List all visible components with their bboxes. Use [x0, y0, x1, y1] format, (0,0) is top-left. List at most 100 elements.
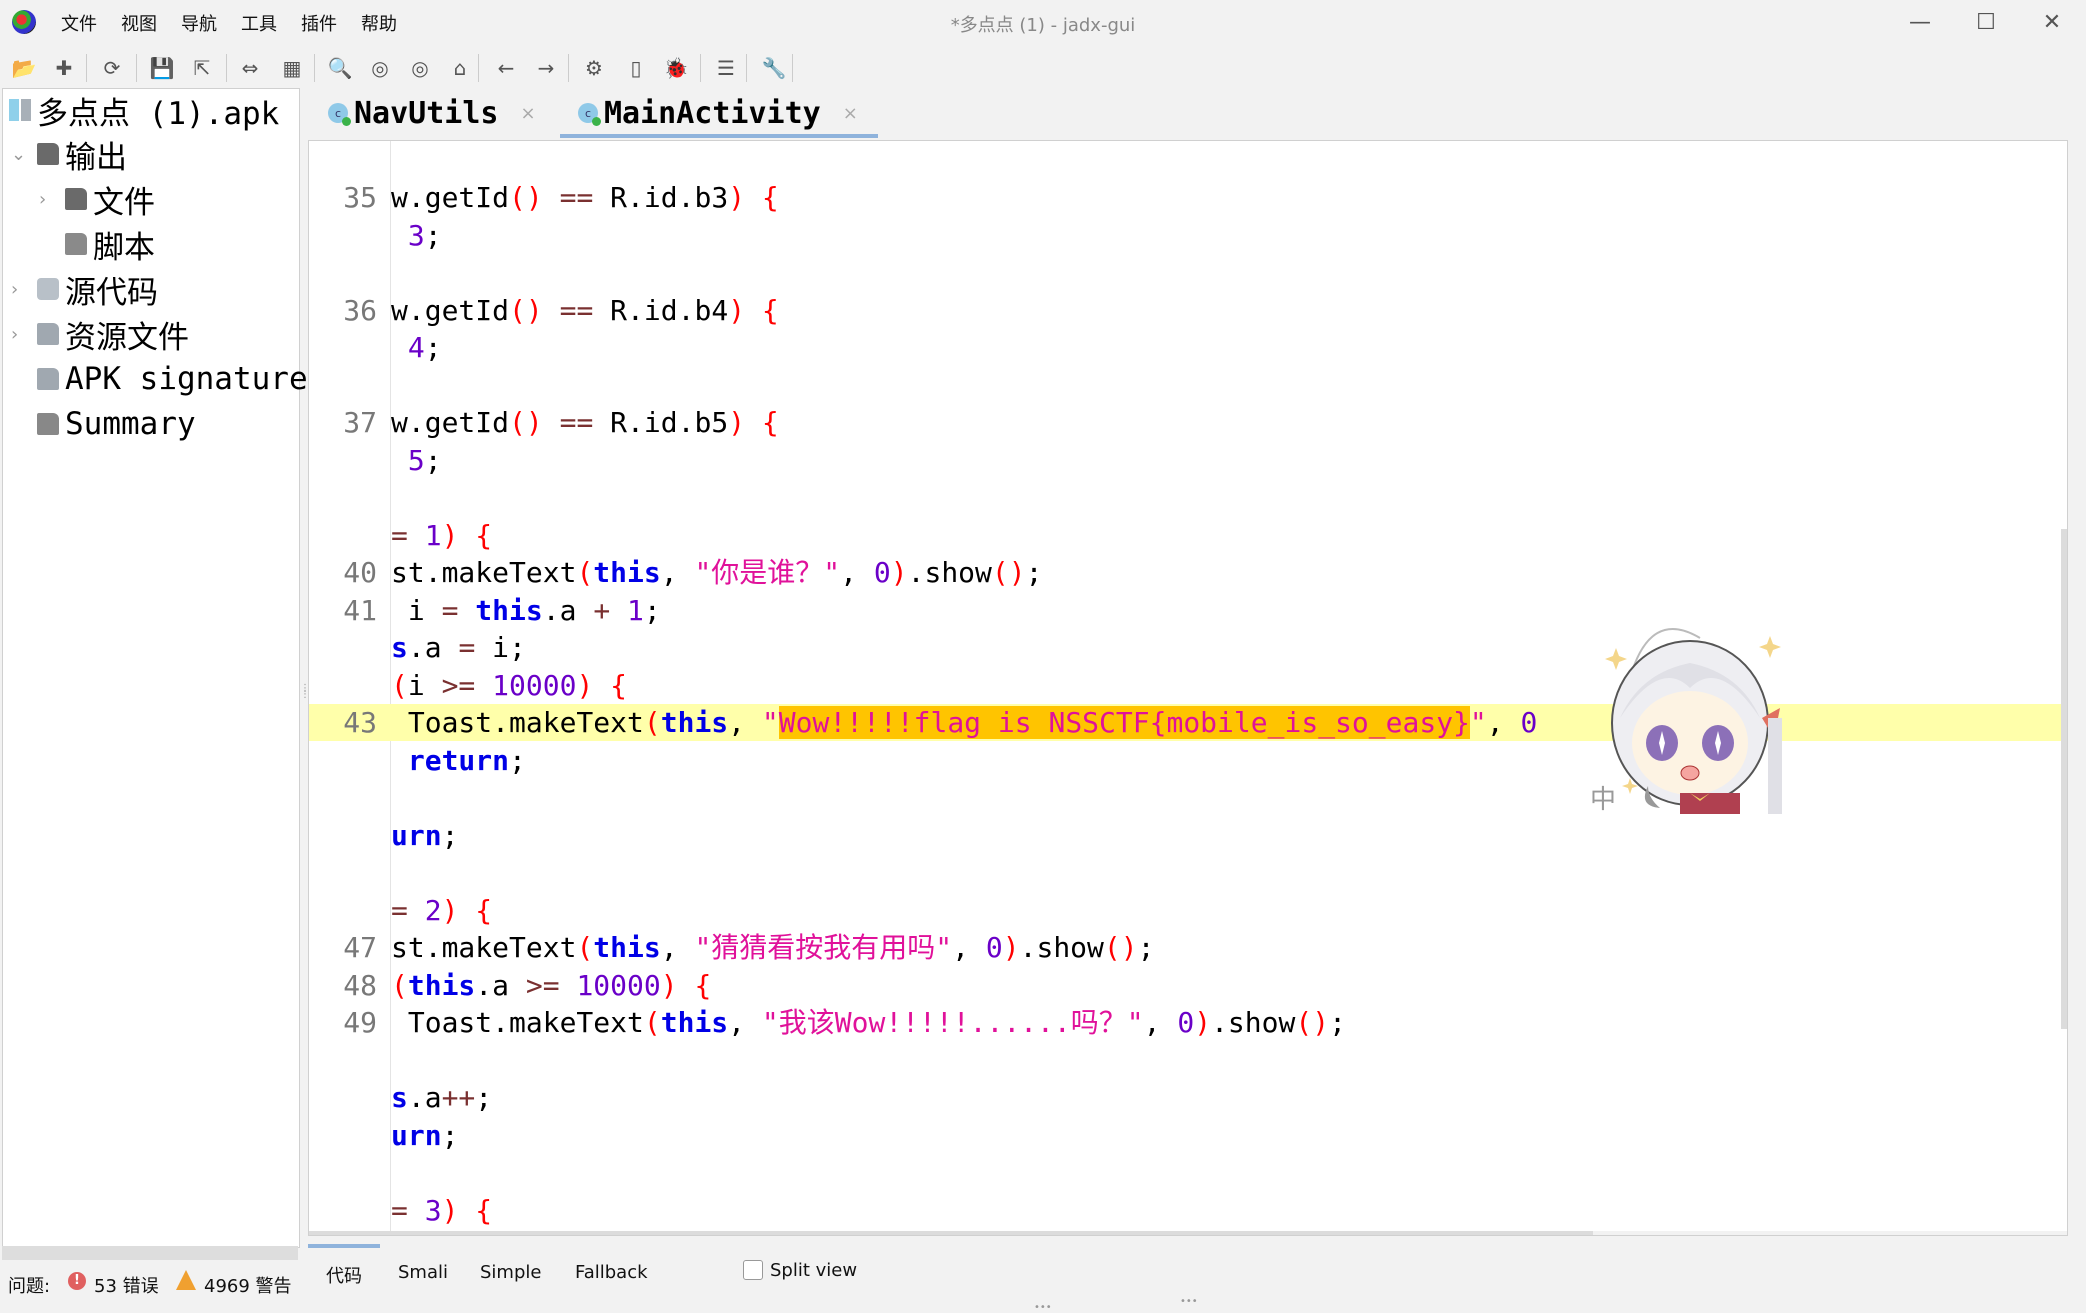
- code-text[interactable]: w.getId() == R.id.b5) {: [391, 404, 779, 441]
- code-text[interactable]: w.getId() == R.id.b4) {: [391, 292, 779, 329]
- code-text[interactable]: st.makeText(this, "你是谁？", 0).show();: [391, 554, 1042, 591]
- split-view-checkbox[interactable]: [743, 1260, 763, 1280]
- tree-item-label: APK signature: [65, 361, 308, 397]
- tree-item-4[interactable]: › 源代码: [11, 268, 158, 311]
- code-text[interactable]: return;: [391, 742, 526, 779]
- log-viewer-button[interactable]: ☰: [712, 54, 740, 82]
- home-button[interactable]: ⌂: [446, 54, 474, 82]
- code-token: "我该Wow!!!!!......吗？": [761, 1006, 1144, 1039]
- forward-button[interactable]: →: [532, 54, 560, 82]
- code-token: {: [761, 293, 779, 327]
- panel-resize-grip[interactable]: •••: [1034, 1302, 1052, 1313]
- code-line: 36 w.getId() == R.id.b4) {: [309, 292, 2067, 329]
- code-text[interactable]: Toast.makeText(this, "Wow!!!!!flag is NS…: [391, 704, 1537, 741]
- tree-item-5[interactable]: › 资源文件: [11, 313, 189, 356]
- sync-tree-button[interactable]: ⇔: [236, 54, 264, 82]
- code-token: urn: [391, 1118, 442, 1152]
- tree-item-1[interactable]: ⌄ 输出: [11, 133, 127, 176]
- code-token: st.makeText: [391, 931, 577, 964]
- tab-close-icon[interactable]: ×: [521, 103, 536, 124]
- deobfuscation-button[interactable]: ⚙: [580, 54, 608, 82]
- code-text[interactable]: s.a++;: [391, 1079, 492, 1116]
- code-text[interactable]: = 3) {: [391, 1192, 492, 1229]
- tree-item-6[interactable]: APK signature: [37, 358, 308, 400]
- code-text[interactable]: urn;: [391, 817, 458, 854]
- flatten-packages-button[interactable]: ▦: [278, 54, 306, 82]
- code-line: 3;: [309, 217, 2067, 254]
- maximize-button[interactable]: ☐: [1964, 6, 2008, 40]
- back-button[interactable]: ←: [492, 54, 520, 82]
- save-button[interactable]: 💾: [148, 54, 176, 82]
- chevron-down-icon[interactable]: ⌄: [11, 144, 26, 165]
- active-tab-indicator: [560, 134, 878, 138]
- minimize-button[interactable]: —: [1898, 6, 1942, 40]
- close-button[interactable]: ✕: [2030, 6, 2074, 40]
- reload-button[interactable]: ⟳: [98, 54, 126, 82]
- code-text[interactable]: i = this.a + 1;: [391, 592, 661, 629]
- preferences-button[interactable]: 🔧: [760, 54, 788, 82]
- tab-simple[interactable]: Simple: [480, 1262, 541, 1283]
- code-token: R.id.b4: [610, 293, 729, 327]
- splitter-handle[interactable]: ⋮ ⋮: [300, 684, 310, 706]
- export-button[interactable]: ⇱: [188, 54, 216, 82]
- code-editor[interactable]: 35 w.getId() == R.id.b3) { 3; 36 w.getId() …: [308, 140, 2068, 1236]
- code-token: ): [728, 181, 746, 214]
- code-line: 48 (this.a >= 10000) {: [309, 967, 2067, 1004]
- device-button[interactable]: ▯: [622, 54, 650, 82]
- tree-item-2[interactable]: › 文件: [39, 178, 155, 221]
- debugger-button[interactable]: 🐞: [662, 54, 690, 82]
- code-token: Toast.makeText: [391, 1006, 644, 1039]
- code-token: w.getId: [391, 293, 510, 327]
- tree-root[interactable]: 多点点 (1).apk: [9, 89, 279, 132]
- toolbar-separator: [792, 54, 793, 82]
- code-token: ;: [643, 593, 661, 627]
- tab-close-icon[interactable]: ×: [843, 103, 858, 124]
- class-icon: c: [578, 103, 601, 126]
- code-token: 2: [424, 893, 442, 927]
- code-text[interactable]: Toast.makeText(this, "我该Wow!!!!!......吗？…: [391, 1004, 1346, 1041]
- tab-navutils[interactable]: c NavUtils ×: [328, 88, 536, 138]
- ime-mascot-overlay[interactable]: 中: [1590, 618, 1790, 815]
- code-token: ,: [728, 1006, 762, 1039]
- tree-horizontal-scrollbar[interactable]: [2, 1246, 298, 1260]
- code-text[interactable]: 3;: [391, 217, 442, 254]
- line-number: 35: [343, 181, 377, 214]
- code-text[interactable]: = 1) {: [391, 517, 492, 554]
- code-line: s.a = i;: [309, 629, 2067, 666]
- code-text[interactable]: st.makeText(this, "猜猜看按我有用吗", 0).show();: [391, 929, 1154, 966]
- panel-resize-grip[interactable]: •••: [1180, 1296, 1198, 1307]
- code-text[interactable]: urn;: [391, 1117, 458, 1154]
- find-class-button[interactable]: ◎: [366, 54, 394, 82]
- error-icon: !: [68, 1272, 86, 1290]
- code-text[interactable]: (i >= 10000) {: [391, 667, 627, 704]
- chevron-right-icon[interactable]: ›: [11, 324, 25, 345]
- warning-count[interactable]: 4969 警告: [204, 1272, 292, 1298]
- search-button[interactable]: 🔍: [326, 54, 354, 82]
- find-usage-button[interactable]: ◎: [406, 54, 434, 82]
- editor-vertical-scroll-thumb[interactable]: [2061, 529, 2067, 1029]
- tree-item-label: 资源文件: [65, 319, 189, 356]
- code-text[interactable]: = 2) {: [391, 892, 492, 929]
- code-text[interactable]: s.a = i;: [391, 629, 526, 666]
- error-count[interactable]: 53 错误: [94, 1272, 159, 1298]
- open-folder-button[interactable]: 📂: [10, 54, 38, 82]
- tab-code[interactable]: 代码: [326, 1262, 362, 1288]
- code-text[interactable]: 5;: [391, 442, 442, 479]
- code-text[interactable]: (this.a >= 10000) {: [391, 967, 711, 1004]
- toolbar-separator: [478, 54, 479, 82]
- tab-mainactivity[interactable]: c MainActivity ×: [578, 88, 858, 138]
- code-text[interactable]: 4;: [391, 329, 442, 366]
- chevron-right-icon[interactable]: ›: [11, 279, 25, 300]
- tab-fallback[interactable]: Fallback: [575, 1262, 648, 1283]
- editor-horizontal-scroll-thumb[interactable]: [309, 1231, 1593, 1235]
- add-file-button[interactable]: ✚: [50, 54, 78, 82]
- editor-tab-bar: c NavUtils × c MainActivity ×: [306, 88, 2086, 138]
- tab-smali[interactable]: Smali: [398, 1262, 448, 1283]
- chevron-right-icon[interactable]: ›: [39, 189, 53, 210]
- code-token: 10000: [492, 668, 577, 702]
- tree-item-7[interactable]: Summary: [37, 403, 196, 445]
- code-text[interactable]: w.getId() == R.id.b3) {: [391, 179, 779, 216]
- tree-item-3[interactable]: 脚本: [65, 223, 155, 266]
